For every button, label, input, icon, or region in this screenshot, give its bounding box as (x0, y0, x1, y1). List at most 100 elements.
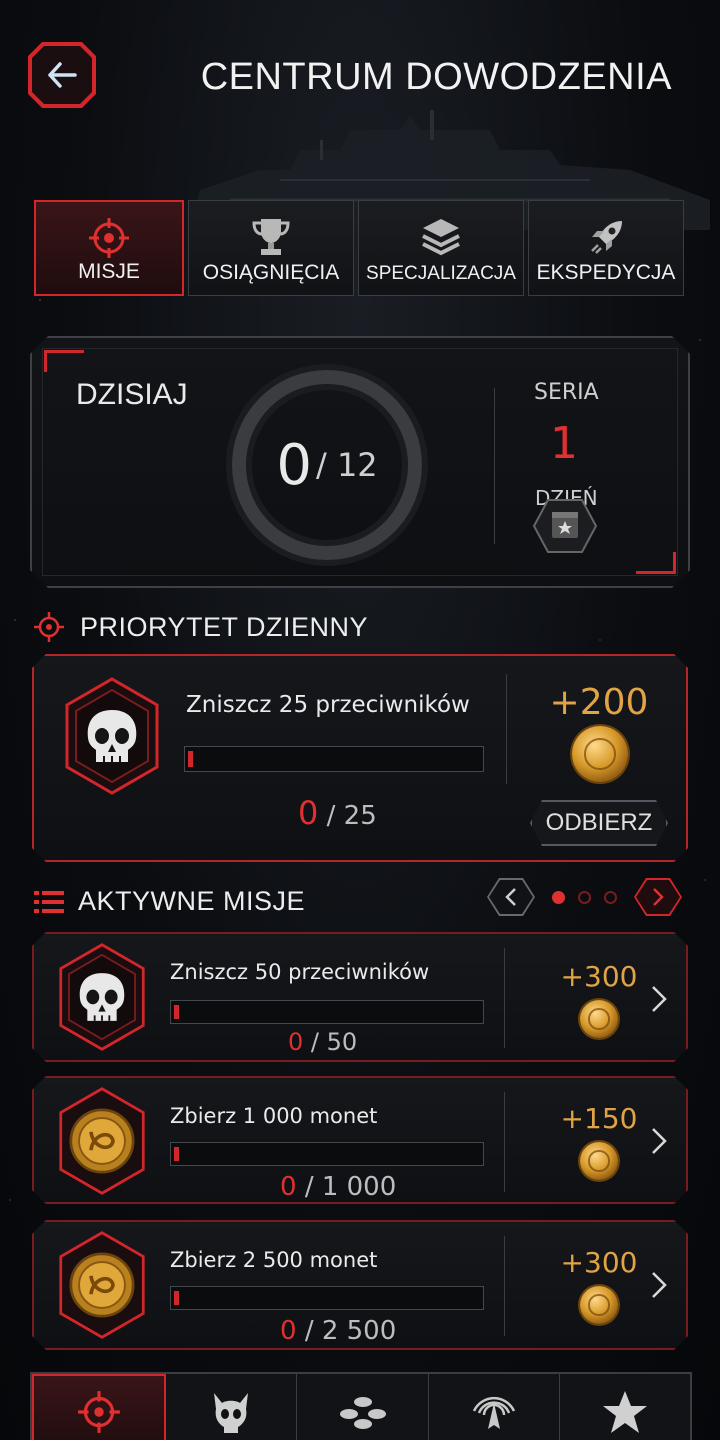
daily-summary-panel: DZISIAJ 0 / 12 SERIA 1 DZIEŃ (30, 336, 690, 588)
prev-page-button[interactable] (487, 878, 535, 916)
section-title: PRIORYTET DZIENNY (80, 611, 369, 642)
demon-skull-icon (214, 1393, 249, 1433)
tab-label: SPECJALIZACJA (366, 263, 516, 284)
corner-accent (673, 552, 676, 574)
tab-bar: MISJE OSIĄGNIĘCIA SPECJALIZACJA EKSPEDYC… (34, 200, 684, 296)
nav-favorites[interactable] (560, 1374, 690, 1440)
progress-total: / 1 000 (304, 1172, 397, 1202)
progress-bar (184, 746, 484, 772)
radar-ship-icon (472, 1396, 515, 1429)
reward-amount: +200 (549, 682, 649, 723)
chevron-left-icon (505, 888, 516, 906)
tab-label: MISJE (78, 260, 140, 283)
mission-card[interactable]: Zbierz 1 000 monet 0 / 1 000 +150 (32, 1076, 688, 1204)
progress-current: 0 (298, 794, 319, 832)
progress-current: 0 (280, 1316, 297, 1346)
progress-bar-fill (174, 1291, 179, 1305)
reward-amount: +300 (560, 960, 638, 993)
chevron-right-icon (650, 1270, 668, 1300)
progress-bar (170, 1142, 484, 1166)
divider (506, 674, 507, 784)
corner-accent (44, 350, 84, 353)
page-title: CENTRUM DOWODZENIA (200, 56, 672, 98)
corner-accent (44, 350, 47, 372)
corner-accent (636, 571, 676, 574)
streak-label: SERIA (534, 380, 599, 405)
divider (504, 1092, 505, 1192)
coin-icon (56, 1086, 148, 1196)
progress-bar-fill (174, 1147, 179, 1161)
mission-card[interactable]: Zniszcz 50 przeciwników 0 / 50 +300 (32, 932, 688, 1062)
nav-fleet[interactable] (429, 1374, 560, 1440)
coin-icon (56, 1230, 148, 1340)
tab-label: OSIĄGNIĘCIA (202, 261, 340, 284)
progress-text: 0 / 50 (288, 1028, 357, 1056)
mission-title: Zniszcz 25 przeciwników (186, 692, 470, 718)
layers-icon (422, 219, 460, 256)
progress-total: / 50 (310, 1028, 358, 1056)
chevron-right-icon (653, 888, 664, 906)
page-dot[interactable] (578, 891, 591, 904)
tab-expedition[interactable]: EKSPEDYCJA (528, 200, 684, 296)
progress-ring: 0 / 12 (232, 370, 422, 560)
tab-label: EKSPEDYCJA (536, 261, 676, 284)
trophy-icon (252, 219, 290, 255)
total-count: / 12 (315, 446, 378, 484)
progress-text: 0 / 25 (298, 794, 377, 832)
daily-priority-card: Zniszcz 25 przeciwników 0 / 25 +200 ODBI… (32, 654, 688, 862)
completed-count: 0 (276, 432, 312, 498)
back-button[interactable] (28, 42, 96, 108)
skull-icon (62, 676, 162, 796)
bottom-navigation (30, 1372, 692, 1440)
target-icon (34, 612, 64, 642)
claim-button[interactable]: ODBIERZ (530, 800, 668, 846)
progress-total: / 25 (326, 801, 377, 831)
coin-icon (580, 1142, 618, 1180)
mission-title: Zbierz 1 000 monet (170, 1104, 378, 1128)
progress-text: 0 / 1 000 (280, 1172, 396, 1202)
mission-title: Zbierz 2 500 monet (170, 1248, 378, 1272)
progress-current: 0 (288, 1028, 304, 1056)
divider (504, 1236, 505, 1336)
section-title: AKTYWNE MISJE (78, 886, 306, 916)
page-dot-active[interactable] (552, 891, 565, 904)
list-icon (34, 890, 64, 913)
progress-current: 0 (280, 1172, 297, 1202)
reward-amount: +300 (560, 1246, 638, 1279)
reward-amount: +150 (560, 1102, 638, 1135)
chips-icon (339, 1397, 386, 1429)
progress-bar-fill (174, 1005, 179, 1019)
tab-missions[interactable]: MISJE (34, 200, 184, 296)
progress-text: 0 / 2 500 (280, 1316, 396, 1346)
progress-bar (170, 1286, 484, 1310)
divider (504, 948, 505, 1048)
skull-icon (56, 942, 148, 1052)
active-missions-header: AKTYWNE MISJE (34, 886, 305, 917)
nav-enemies[interactable] (166, 1374, 298, 1440)
coin-icon (572, 726, 628, 782)
daily-priority-header: PRIORYTET DZIENNY (32, 610, 368, 644)
star-icon (602, 1391, 647, 1433)
streak-value: 1 (550, 418, 578, 469)
progress-bar-fill (188, 751, 193, 767)
page-dot[interactable] (604, 891, 617, 904)
divider (494, 388, 495, 544)
arrow-left-icon (48, 62, 77, 88)
progress-total: / 2 500 (304, 1316, 397, 1346)
crosshair-icon (89, 218, 129, 258)
nav-missions[interactable] (32, 1374, 167, 1440)
nav-chips[interactable] (297, 1374, 429, 1440)
progress-bar (170, 1000, 484, 1024)
today-label: DZISIAJ (76, 378, 188, 411)
coin-icon (580, 1000, 618, 1038)
chevron-right-icon (650, 984, 668, 1014)
chevron-right-icon (650, 1126, 668, 1156)
mission-title: Zniszcz 50 przeciwników (170, 960, 430, 984)
coin-icon (580, 1286, 618, 1324)
rocket-icon (591, 221, 622, 254)
tab-specialization[interactable]: SPECJALIZACJA (358, 200, 524, 296)
mission-card[interactable]: Zbierz 2 500 monet 0 / 2 500 +300 (32, 1220, 688, 1350)
calendar-star-icon (532, 499, 598, 553)
next-page-button[interactable] (634, 878, 682, 916)
tab-achievements[interactable]: OSIĄGNIĘCIA (188, 200, 354, 296)
